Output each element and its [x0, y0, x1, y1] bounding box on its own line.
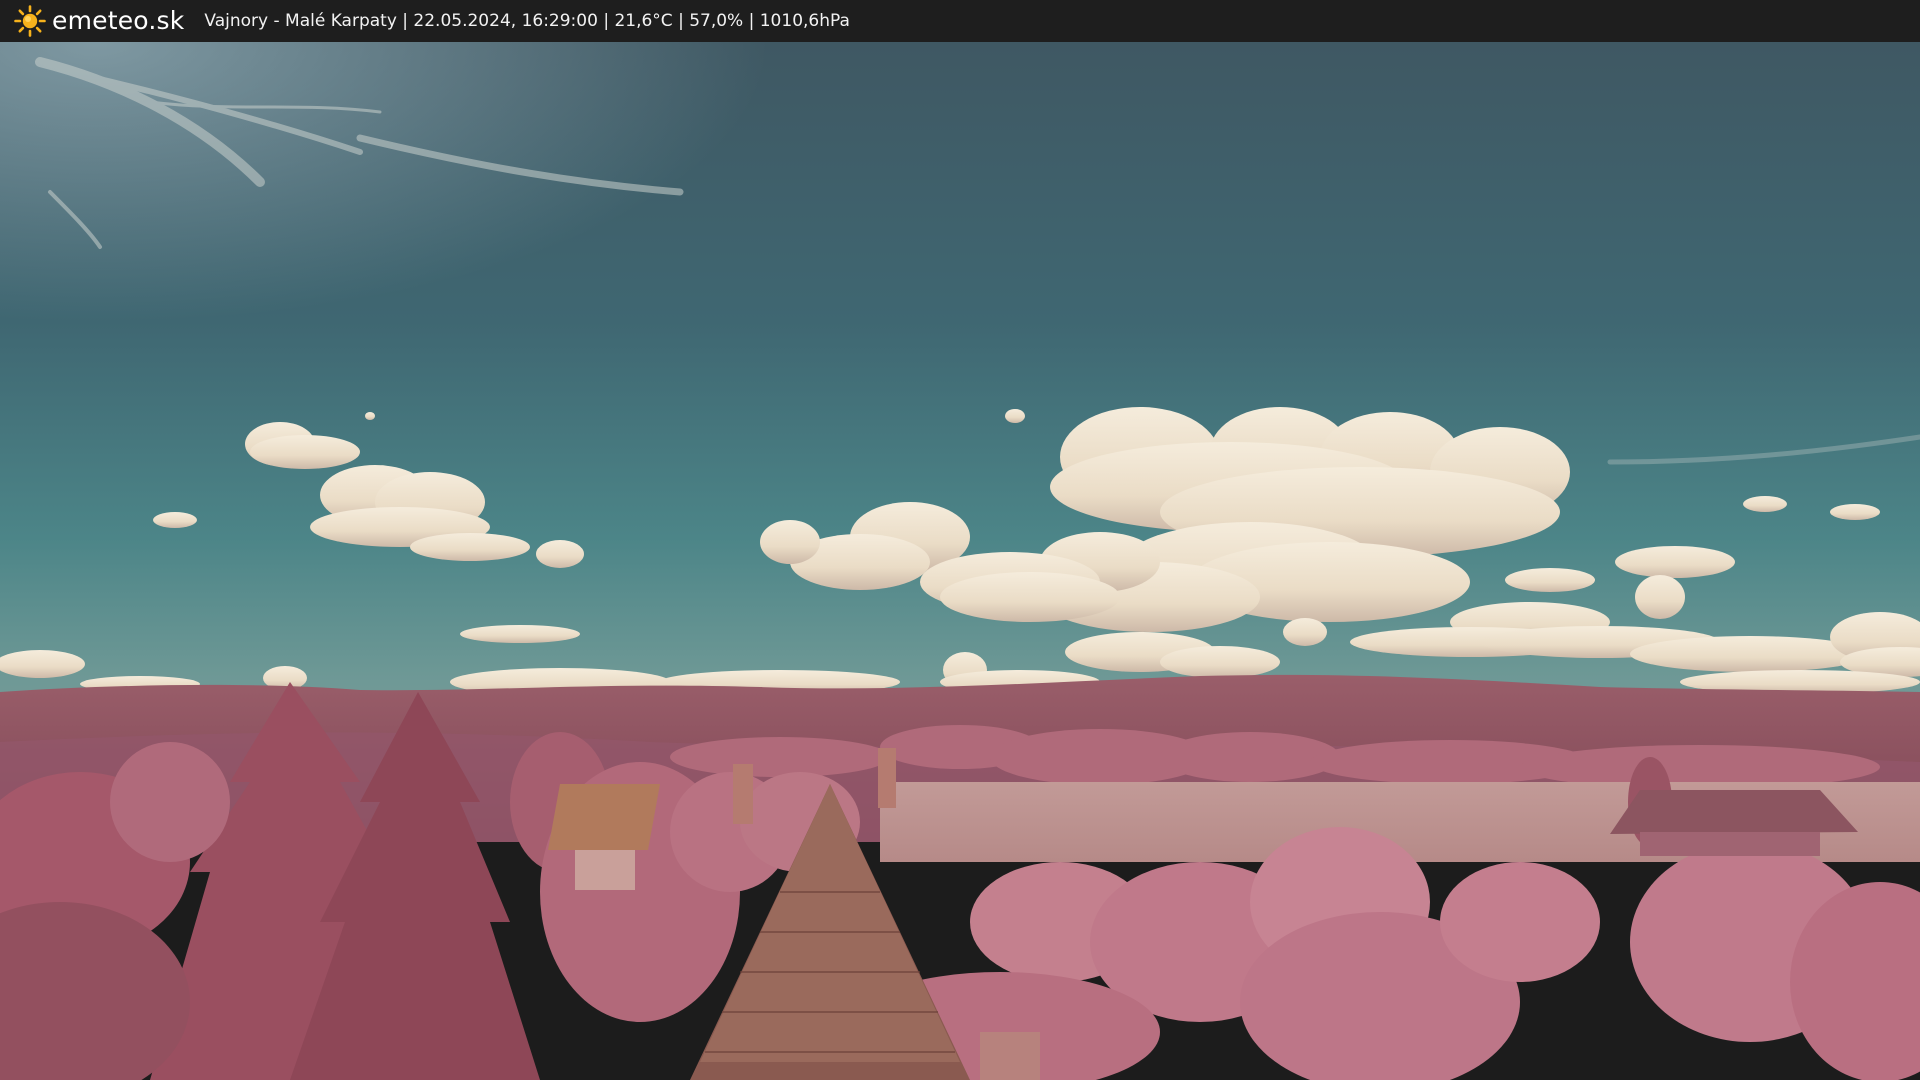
station-info: Vajnory - Malé Karpaty | 22.05.2024, 16:…	[204, 11, 850, 31]
webcam-image	[0, 42, 1920, 1080]
logo[interactable]: emeteo.sk	[14, 0, 184, 42]
sun-icon	[14, 5, 46, 37]
webcam-frame: emeteo.sk Vajnory - Malé Karpaty | 22.05…	[0, 0, 1920, 1080]
brand-name: emeteo.sk	[52, 6, 185, 35]
top-bar: emeteo.sk Vajnory - Malé Karpaty | 22.05…	[0, 0, 1920, 42]
